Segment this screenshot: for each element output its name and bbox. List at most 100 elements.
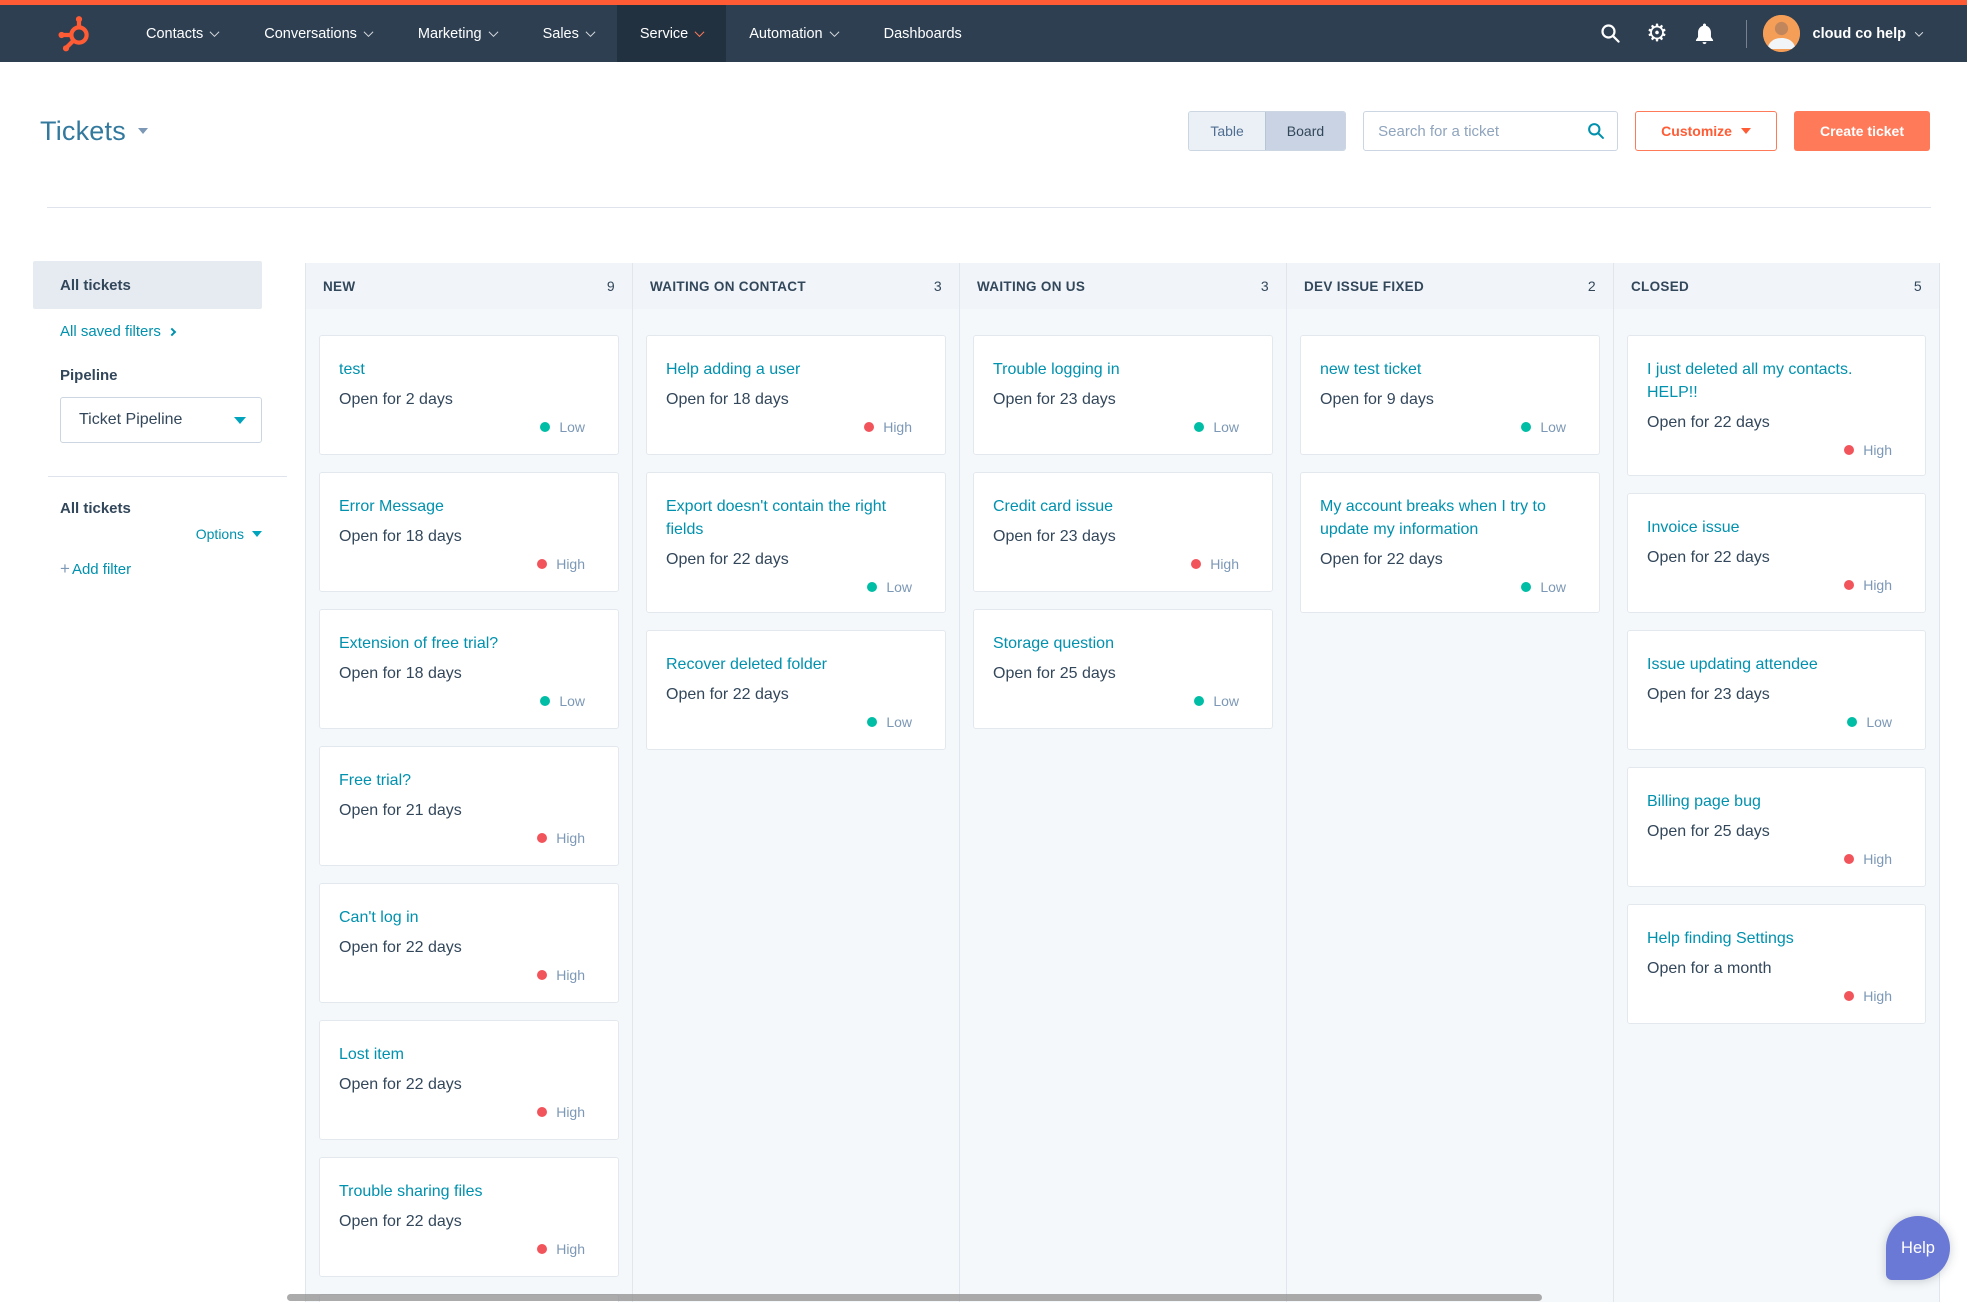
- hubspot-logo[interactable]: [0, 5, 123, 62]
- ticket-card[interactable]: Help adding a user Open for 18 days High: [646, 335, 946, 455]
- board-view-button[interactable]: Board: [1264, 112, 1346, 150]
- ticket-card[interactable]: Help finding Settings Open for a month Hig…: [1627, 904, 1926, 1024]
- ticket-title-link[interactable]: Invoice issue: [1647, 516, 1906, 539]
- nav-item-service[interactable]: Service: [616, 5, 727, 62]
- avatar[interactable]: [1762, 15, 1800, 52]
- ticket-title-link[interactable]: Free trial?: [339, 769, 599, 792]
- account-menu[interactable]: cloud co help: [1813, 26, 1924, 42]
- ticket-title-link[interactable]: Can't log in: [339, 906, 599, 929]
- ticket-card[interactable]: Invoice issue Open for 22 days High: [1627, 493, 1926, 613]
- page-title: Tickets: [40, 115, 126, 146]
- page-title-dropdown[interactable]: Tickets: [40, 116, 148, 147]
- ticket-priority: Low: [1647, 710, 1906, 734]
- ticket-card[interactable]: Credit card issue Open for 23 days High: [973, 472, 1273, 592]
- ticket-open-duration: Open for 23 days: [993, 528, 1116, 545]
- ticket-card[interactable]: Billing page bug Open for 25 days High: [1627, 767, 1926, 887]
- horizontal-scrollbar[interactable]: [287, 1294, 1542, 1301]
- sidebar-item-all-tickets[interactable]: All tickets: [33, 261, 262, 309]
- ticket-title-link[interactable]: I just deleted all my contacts. HELP!!: [1647, 358, 1906, 404]
- pipeline-label: Pipeline: [60, 367, 118, 384]
- nav-item-automation[interactable]: Automation: [726, 5, 860, 62]
- ticket-title-link[interactable]: Credit card issue: [993, 495, 1253, 518]
- column-body: I just deleted all my contacts. HELP!! Op…: [1614, 309, 1939, 1302]
- ticket-card[interactable]: I just deleted all my contacts. HELP!! Op…: [1627, 335, 1926, 476]
- ticket-title-link[interactable]: Help adding a user: [666, 358, 926, 381]
- table-view-button[interactable]: Table: [1189, 112, 1265, 150]
- ticket-title-link[interactable]: Trouble sharing files: [339, 1180, 599, 1203]
- priority-label: High: [556, 967, 585, 983]
- create-ticket-button[interactable]: Create ticket: [1793, 111, 1930, 151]
- pipeline-select[interactable]: Ticket Pipeline: [60, 397, 262, 443]
- ticket-card[interactable]: Trouble sharing files Open for 22 days Hig…: [319, 1157, 619, 1277]
- column-count: 3: [933, 278, 942, 294]
- ticket-card[interactable]: Recover deleted folder Open for 22 days Lo…: [646, 630, 946, 750]
- ticket-card[interactable]: new test ticket Open for 9 days Low: [1300, 335, 1600, 455]
- ticket-card[interactable]: Lost item Open for 22 days High: [319, 1020, 619, 1140]
- nav-item-dashboards[interactable]: Dashboards: [861, 5, 985, 62]
- ticket-priority: Low: [1320, 575, 1580, 599]
- ticket-title-link[interactable]: Trouble logging in: [993, 358, 1253, 381]
- ticket-title-link[interactable]: Storage question: [993, 632, 1253, 655]
- priority-label: High: [556, 1104, 585, 1120]
- ticket-card[interactable]: My account breaks when I try to update m…: [1300, 472, 1600, 613]
- ticket-title-link[interactable]: Recover deleted folder: [666, 653, 926, 676]
- nav-divider: [1745, 19, 1747, 48]
- ticket-title-link[interactable]: My account breaks when I try to update m…: [1320, 495, 1580, 541]
- add-filter-button[interactable]: + Add filter: [60, 559, 262, 579]
- ticket-title-link[interactable]: Error Message: [339, 495, 599, 518]
- settings-button[interactable]: ⚙: [1634, 5, 1681, 62]
- gear-icon: ⚙: [1646, 19, 1668, 47]
- search-icon[interactable]: [1587, 122, 1605, 140]
- ticket-title-link[interactable]: Issue updating attendee: [1647, 653, 1906, 676]
- customize-button[interactable]: Customize: [1635, 111, 1777, 151]
- ticket-card[interactable]: Error Message Open for 18 days High: [319, 472, 619, 592]
- ticket-title-link[interactable]: Export doesn't contain the right fields: [666, 495, 926, 541]
- help-button[interactable]: Help: [1886, 1216, 1950, 1280]
- ticket-card[interactable]: Issue updating attendee Open for 23 days L…: [1627, 630, 1926, 750]
- ticket-search-input[interactable]: [1378, 122, 1588, 140]
- ticket-card[interactable]: Extension of free trial? Open for 18 days…: [319, 609, 619, 729]
- ticket-priority: High: [1647, 573, 1906, 597]
- ticket-card[interactable]: Storage question Open for 25 days Low: [973, 609, 1273, 729]
- user-photo-icon: [1762, 15, 1800, 52]
- ticket-title-link[interactable]: Billing page bug: [1647, 790, 1906, 813]
- ticket-card[interactable]: Export doesn't contain the right fields O…: [646, 472, 946, 613]
- ticket-card[interactable]: Free trial? Open for 21 days High: [319, 746, 619, 866]
- ticket-open-duration: Open for 22 days: [1320, 551, 1443, 568]
- ticket-title-link[interactable]: new test ticket: [1320, 358, 1580, 381]
- column-dev-issue-fixed: DEV ISSUE FIXED 2 new test ticket Open for …: [1286, 263, 1613, 1302]
- chevron-down-icon: [829, 27, 840, 38]
- ticket-open-duration: Open for 25 days: [993, 665, 1116, 682]
- global-search-button[interactable]: [1587, 5, 1634, 62]
- priority-dot-icon: [1844, 991, 1855, 1001]
- ticket-card[interactable]: test Open for 2 days Low: [319, 335, 619, 455]
- column-closed: CLOSED 5 I just deleted all my contacts. H…: [1613, 263, 1940, 1302]
- notifications-button[interactable]: [1681, 5, 1728, 62]
- board: NEW 9 test Open for 2 days Low Error Message O…: [305, 208, 1967, 1302]
- ticket-priority: High: [339, 552, 599, 576]
- column-name: WAITING ON US: [977, 278, 1086, 294]
- nav-item-conversations[interactable]: Conversations: [241, 5, 395, 62]
- nav-item-sales[interactable]: Sales: [520, 5, 617, 62]
- chevron-down-icon: [234, 416, 246, 424]
- nav-item-label: Conversations: [264, 25, 357, 42]
- all-saved-filters-link[interactable]: All saved filters: [60, 323, 262, 340]
- priority-label: Low: [1540, 579, 1566, 595]
- priority-dot-icon: [1194, 422, 1205, 432]
- ticket-open-duration: Open for 22 days: [1647, 549, 1770, 566]
- nav-item-contacts[interactable]: Contacts: [123, 5, 241, 62]
- column-waiting-on-us: WAITING ON US 3 Trouble logging in Open for…: [959, 263, 1286, 1302]
- priority-dot-icon: [1847, 717, 1858, 727]
- ticket-title-link[interactable]: test: [339, 358, 599, 381]
- ticket-title-link[interactable]: Help finding Settings: [1647, 927, 1906, 950]
- ticket-card[interactable]: Trouble logging in Open for 23 days Low: [973, 335, 1273, 455]
- column-waiting-on-contact: WAITING ON CONTACT 3 Help adding a user Ope…: [632, 263, 959, 1302]
- column-name: WAITING ON CONTACT: [650, 278, 806, 294]
- ticket-title-link[interactable]: Lost item: [339, 1043, 599, 1066]
- plus-icon: +: [60, 559, 70, 578]
- ticket-title-link[interactable]: Extension of free trial?: [339, 632, 599, 655]
- options-menu[interactable]: Options: [60, 526, 262, 542]
- chevron-down-icon: [1740, 128, 1751, 134]
- nav-item-marketing[interactable]: Marketing: [395, 5, 520, 62]
- ticket-card[interactable]: Can't log in Open for 22 days High: [319, 883, 619, 1003]
